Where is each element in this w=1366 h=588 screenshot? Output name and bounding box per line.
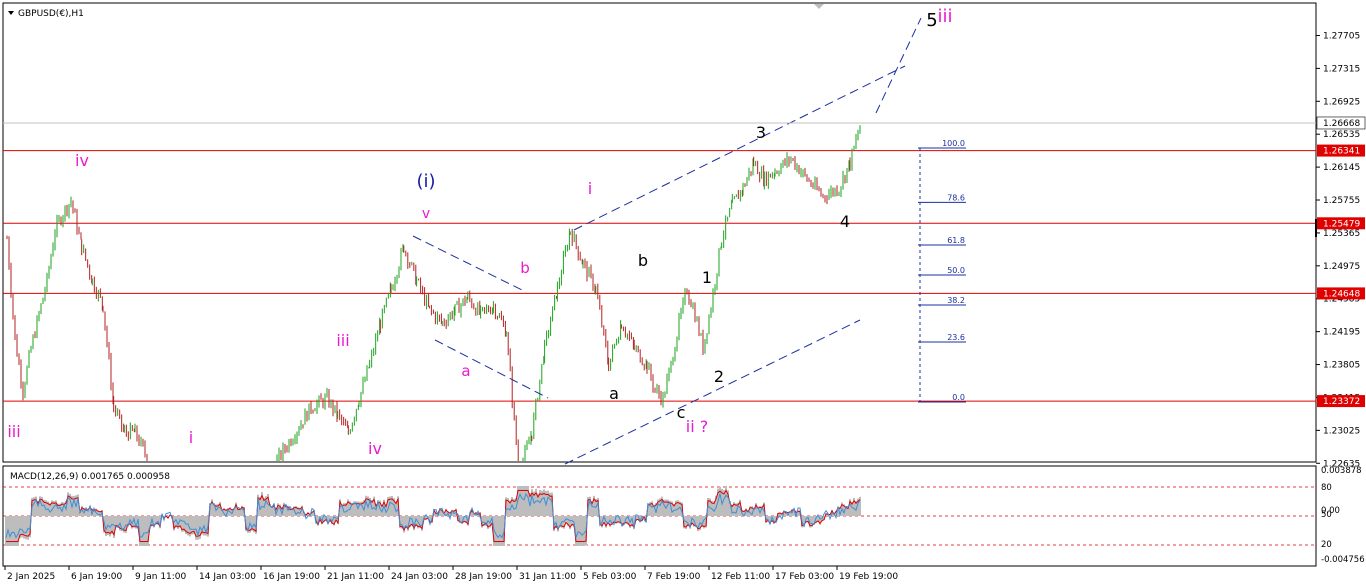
- level-price-label: 1.25479: [1323, 219, 1360, 229]
- wave-label[interactable]: iii: [7, 422, 20, 441]
- wave-label[interactable]: iii: [336, 331, 349, 350]
- price-tick-label: 1.24195: [1323, 328, 1360, 338]
- wave-label[interactable]: (i): [416, 171, 435, 192]
- time-tick-label: 31 Jan 11:00: [519, 572, 576, 582]
- macd-axis-label: -0.004756: [1321, 555, 1365, 565]
- wave-label[interactable]: iii: [937, 6, 952, 27]
- fib-level-label: 100.0: [942, 139, 965, 148]
- fib-level-label: 38.2: [947, 296, 965, 305]
- price-tick-label: 1.27315: [1323, 64, 1360, 74]
- chart-title: GBPUSD(€),H1: [18, 9, 84, 19]
- time-tick-label: 28 Jan 19:00: [455, 572, 512, 582]
- time-tick-label: 9 Jan 11:00: [135, 572, 187, 582]
- macd-axis-label: 50: [1321, 510, 1332, 520]
- wave-label[interactable]: 4: [840, 212, 850, 231]
- time-tick-label: 2 Jan 2025: [7, 572, 55, 582]
- level-price-label: 1.23372: [1323, 397, 1360, 407]
- fib-level-label: 50.0: [947, 266, 965, 275]
- wave-label[interactable]: iv: [75, 151, 89, 170]
- wave-label[interactable]: a: [609, 384, 619, 403]
- wave-label[interactable]: ii ?: [686, 417, 708, 436]
- wave-label[interactable]: i: [189, 428, 193, 447]
- price-tick-label: 1.23025: [1323, 426, 1360, 436]
- price-tick-label: 1.26925: [1323, 97, 1360, 107]
- wave-label[interactable]: 5: [926, 10, 937, 31]
- time-tick-label: 12 Feb 11:00: [711, 572, 770, 582]
- wave-label[interactable]: 2: [714, 367, 724, 386]
- level-price-label: 1.26341: [1323, 147, 1360, 157]
- wave-label[interactable]: c: [677, 403, 686, 422]
- wave-label[interactable]: v: [422, 206, 430, 222]
- axis-marker: [1315, 219, 1317, 237]
- time-tick-label: 21 Jan 11:00: [327, 572, 384, 582]
- time-tick-label: 7 Feb 19:00: [647, 572, 701, 582]
- wave-label[interactable]: b: [520, 259, 530, 277]
- time-tick-label: 5 Feb 03:00: [583, 572, 637, 582]
- wave-label[interactable]: i: [588, 179, 592, 198]
- price-tick-label: 1.24975: [1323, 262, 1360, 272]
- wave-label[interactable]: 1: [702, 268, 712, 287]
- time-tick-label: 19 Feb 19:00: [839, 572, 898, 582]
- level-price-label: 1.24648: [1323, 289, 1360, 299]
- time-tick-label: 6 Jan 19:00: [71, 572, 123, 582]
- time-tick-label: 16 Jan 19:00: [263, 572, 320, 582]
- price-tick-label: 1.25365: [1323, 229, 1360, 239]
- time-tick-label: 17 Feb 03:00: [775, 572, 834, 582]
- macd-title: MACD(12,26,9) 0.001765 0.000958: [10, 472, 170, 482]
- fib-level-label: 0.0: [952, 393, 965, 402]
- price-tick-label: 1.26145: [1323, 163, 1360, 173]
- macd-axis-label: 20: [1321, 540, 1332, 550]
- price-chart[interactable]: GBPUSD(€),H1 MACD(12,26,9) 0.001765 0.00…: [0, 0, 1366, 588]
- wave-label[interactable]: 3: [756, 123, 766, 142]
- macd-axis-label: 0.003878: [1321, 466, 1362, 476]
- fib-level-label: 61.8: [947, 236, 965, 245]
- time-tick-label: 24 Jan 03:00: [391, 572, 448, 582]
- price-tick-label: 1.27705: [1323, 31, 1360, 41]
- price-tick-label: 1.26535: [1323, 130, 1360, 140]
- wave-label[interactable]: b: [638, 251, 648, 270]
- fib-level-label: 23.6: [947, 333, 965, 342]
- price-tick-label: 1.25755: [1323, 196, 1360, 206]
- macd-axis-label: 80: [1321, 483, 1332, 493]
- wave-label[interactable]: a: [461, 362, 470, 380]
- current-price-label: 1.26668: [1323, 119, 1360, 129]
- price-tick-label: 1.23805: [1323, 361, 1360, 371]
- fib-level-label: 78.6: [947, 193, 965, 202]
- wave-label[interactable]: iv: [368, 439, 382, 458]
- time-tick-label: 14 Jan 03:00: [199, 572, 256, 582]
